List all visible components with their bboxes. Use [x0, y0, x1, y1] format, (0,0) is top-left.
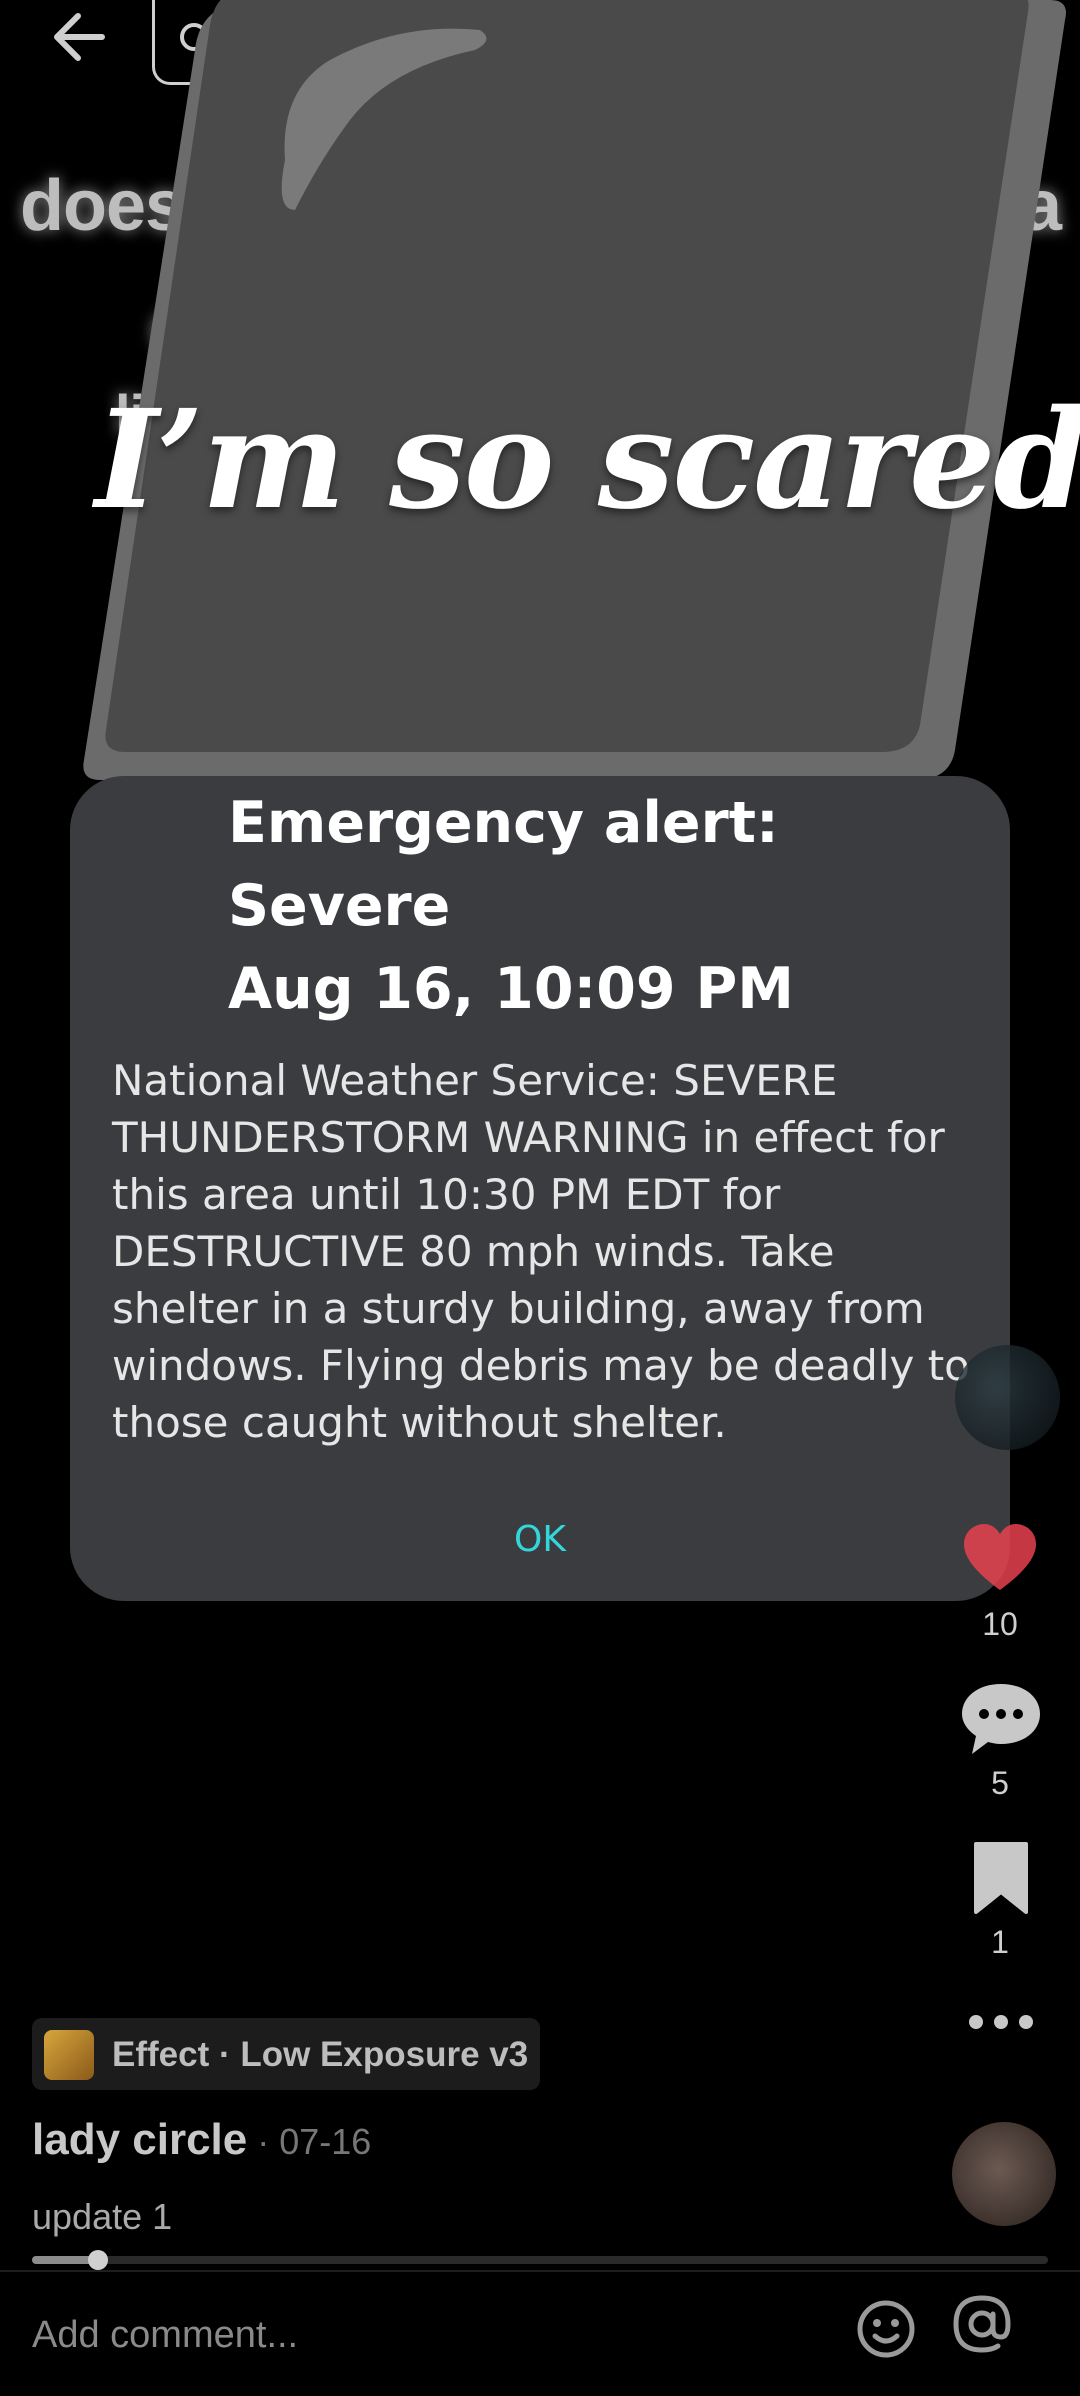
sound-avatar[interactable] [952, 2122, 1056, 2226]
like-count: 10 [982, 1606, 1018, 1642]
alert-title: Emergency alert: Severe Aug 16, 10:09 PM [228, 782, 948, 1031]
alert-message: National Weather Service: SEVERE THUNDER… [112, 1056, 970, 1447]
more-dots-icon [969, 2015, 1033, 2029]
heart-icon [964, 1524, 1036, 1590]
post-author[interactable]: lady circle · 07-16 [32, 2115, 371, 2165]
effect-label: Effect · Low Exposure v3 [112, 2035, 529, 2074]
save-button[interactable] [970, 1840, 1032, 1920]
sticker-caption: I’m so scared [95, 380, 1080, 540]
post-date: · 07-16 [247, 2121, 372, 2162]
ok-button[interactable]: OK [430, 1510, 650, 1570]
save-count: 1 [991, 1924, 1009, 1960]
comment-count: 5 [991, 1765, 1009, 1801]
mention-button[interactable] [950, 2292, 1014, 2356]
bookmark-icon [974, 1842, 1028, 1914]
creator-avatar[interactable] [955, 1345, 1060, 1450]
divider [0, 2270, 1080, 2272]
author-name[interactable]: lady circle [32, 2115, 247, 2164]
alert-title-line: Emergency alert: [228, 790, 779, 856]
like-button[interactable] [960, 1520, 1040, 1600]
alert-title-line: Severe [228, 873, 451, 939]
more-options-button[interactable] [966, 2010, 1036, 2034]
at-sign-icon [953, 2295, 1011, 2353]
alert-timestamp: Aug 16, 10:09 PM [228, 956, 794, 1022]
emoji-button[interactable] [855, 2298, 917, 2360]
video-progress-track[interactable] [32, 2256, 1048, 2264]
effect-thumbnail [44, 2030, 94, 2080]
post-description: update 1 [32, 2196, 173, 2237]
comment-input[interactable] [32, 2300, 832, 2370]
video-progress-handle[interactable] [88, 2250, 108, 2270]
comment-bubble-icon [962, 1684, 1040, 1754]
emoji-icon [857, 2300, 915, 2358]
comment-button[interactable] [958, 1680, 1044, 1760]
